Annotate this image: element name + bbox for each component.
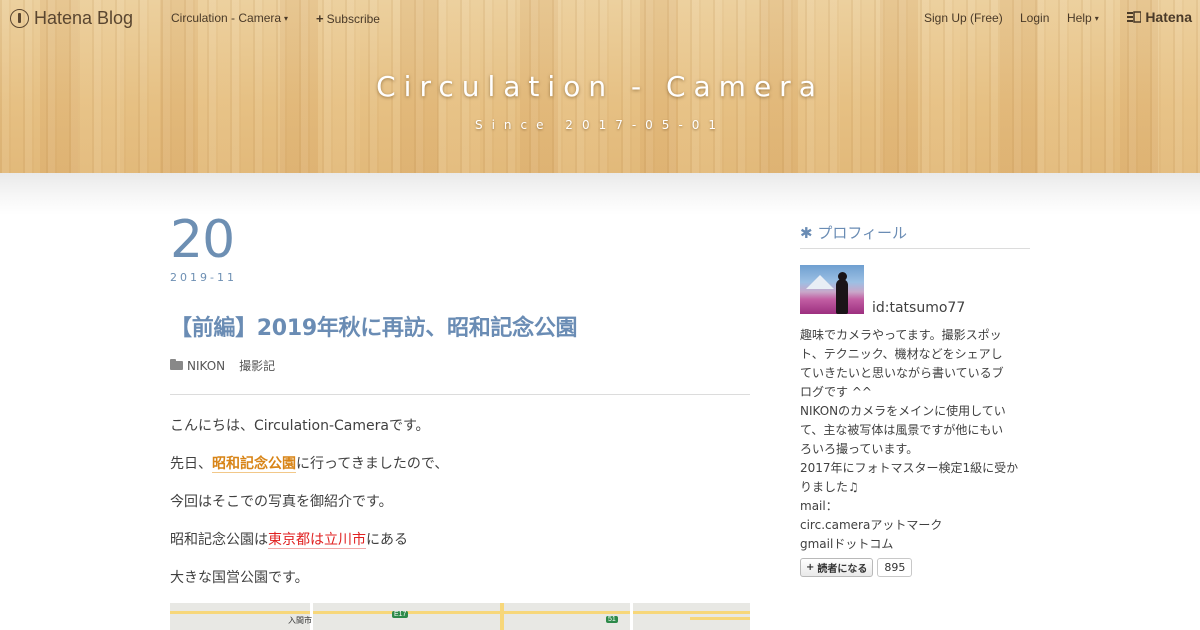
profile-avatar[interactable] — [800, 265, 864, 314]
login-label: Login — [1020, 11, 1050, 25]
avatar-person — [836, 272, 848, 314]
category-link-nikon[interactable]: NIKON — [187, 359, 225, 373]
entry-date-day[interactable]: 20 — [170, 210, 750, 270]
entry-article: 20 2019-11 【前編】2019年秋に再訪、昭和記念公園 NIKON 撮影… — [170, 210, 750, 587]
hatena-blog-logo[interactable]: Hatena Blog — [10, 7, 133, 29]
profile-description: 趣味でカメラやってます。撮影スポッ ト、テクニック、機材などをシェアし ていきた… — [800, 326, 1030, 554]
blog-menu-dropdown[interactable]: Circulation - Camera ▾ — [171, 11, 288, 25]
embedded-map[interactable]: 入間市 E17 51 — [170, 603, 750, 630]
map-place-label: 入間市 — [288, 616, 312, 625]
entry-divider — [170, 394, 750, 395]
profile-title-label: プロフィール — [817, 224, 908, 242]
brand-label: Hatena Blog — [34, 7, 134, 28]
profile-desc-line: gmailドットコム — [800, 537, 894, 551]
profile-user-id[interactable]: id:tatsumo77 — [872, 300, 965, 316]
caret-down-icon: ▾ — [1094, 13, 1099, 23]
map-road — [690, 617, 750, 620]
map-route-badge: 51 — [606, 616, 618, 623]
subscribe-link[interactable]: + Subscribe — [316, 11, 380, 26]
top-navigation-bar: Hatena Blog Circulation - Camera ▾ + Sub… — [0, 0, 1200, 36]
profile-desc-line: ていきたいと思いながら書いているブ — [800, 366, 1004, 380]
blog-subtitle: Since 2017-05-01 — [474, 118, 726, 132]
keyword-link[interactable]: 昭和記念公園 — [212, 456, 296, 473]
map-road — [630, 603, 633, 630]
reader-subscribe-row: + 読者になる 895 — [800, 558, 1030, 577]
profile-module-title: ✱ プロフィール — [800, 222, 1030, 249]
folder-icon — [170, 359, 183, 370]
plus-icon: + — [316, 11, 324, 26]
text: 昭和記念公園は — [170, 532, 268, 548]
profile-desc-line: ろいろ撮っています。 — [800, 442, 919, 456]
become-reader-label: 読者になる — [817, 564, 868, 575]
asterisk-icon: ✱ — [800, 224, 818, 242]
text: に行ってきましたので、 — [296, 456, 449, 472]
profile-desc-line: circ.cameraアットマーク — [800, 518, 943, 532]
hatena-label: Hatena — [1145, 9, 1192, 25]
help-dropdown[interactable]: Help ▾ — [1067, 11, 1099, 25]
hatena-logo[interactable]: Hatena — [1127, 9, 1192, 25]
text: にある — [366, 532, 408, 548]
become-reader-button[interactable]: + 読者になる — [800, 558, 874, 577]
profile-desc-line: ログです ^^ — [800, 385, 872, 399]
category-link-shootlog[interactable]: 撮影記 — [239, 357, 275, 374]
profile-desc-line: て、主な被写体は風景ですが他にもい — [800, 423, 1004, 437]
text: 先日、 — [170, 456, 212, 472]
help-label: Help — [1067, 11, 1092, 25]
profile-row: id:tatsumo77 — [800, 265, 1030, 316]
entry-paragraph: 先日、昭和記念公園に行ってきましたので、 — [170, 455, 750, 473]
subscribe-label: Subscribe — [326, 11, 380, 26]
sidebar: ✱ プロフィール id:tatsumo77 趣味でカメラやってます。撮影スポッ … — [800, 222, 1030, 577]
map-road — [170, 611, 750, 614]
map-route-badge: E17 — [392, 611, 409, 618]
signup-link[interactable]: Sign Up (Free) — [924, 11, 1003, 25]
entry-categories: NIKON 撮影記 — [170, 357, 750, 374]
profile-desc-line: 2017年にフォトマスター検定1級に受か — [800, 461, 1019, 475]
caret-down-icon: ▾ — [284, 13, 289, 23]
reader-count[interactable]: 895 — [877, 558, 913, 577]
avatar-mountain — [806, 275, 834, 289]
category-group: NIKON — [170, 359, 225, 373]
profile-desc-line: りました♫ — [800, 480, 859, 494]
entry-paragraph: 昭和記念公園は東京都は立川市にある — [170, 531, 750, 549]
profile-desc-line: ト、テクニック、機材などをシェアし — [800, 347, 1003, 361]
header-shadow — [0, 173, 1200, 215]
blog-menu-label: Circulation - Camera — [171, 11, 282, 25]
profile-desc-line: 趣味でカメラやってます。撮影スポッ — [800, 328, 1002, 342]
highlighted-text: 東京都は立川市 — [268, 532, 366, 549]
profile-desc-line: mail： — [800, 499, 838, 513]
hatena-blog-icon — [10, 8, 29, 28]
blog-title[interactable]: Circulation - Camera — [0, 70, 1200, 103]
hatena-mark-icon — [1127, 11, 1142, 23]
entry-paragraph: 今回はそこでの写真を御紹介です。 — [170, 494, 393, 510]
login-link[interactable]: Login — [1020, 11, 1049, 25]
entry-paragraph: 大きな国営公園です。 — [170, 570, 309, 586]
profile-desc-line: NIKONのカメラをメインに使用してい — [800, 404, 1006, 418]
entry-paragraph: こんにちは、Circulation-Cameraです。 — [170, 418, 430, 434]
entry-date-year-month[interactable]: 2019-11 — [170, 271, 750, 284]
map-road — [500, 603, 504, 630]
plus-icon: + — [806, 562, 815, 573]
entry-title[interactable]: 【前編】2019年秋に再訪、昭和記念公園 — [170, 310, 750, 342]
signup-label: Sign Up (Free) — [924, 11, 1003, 25]
